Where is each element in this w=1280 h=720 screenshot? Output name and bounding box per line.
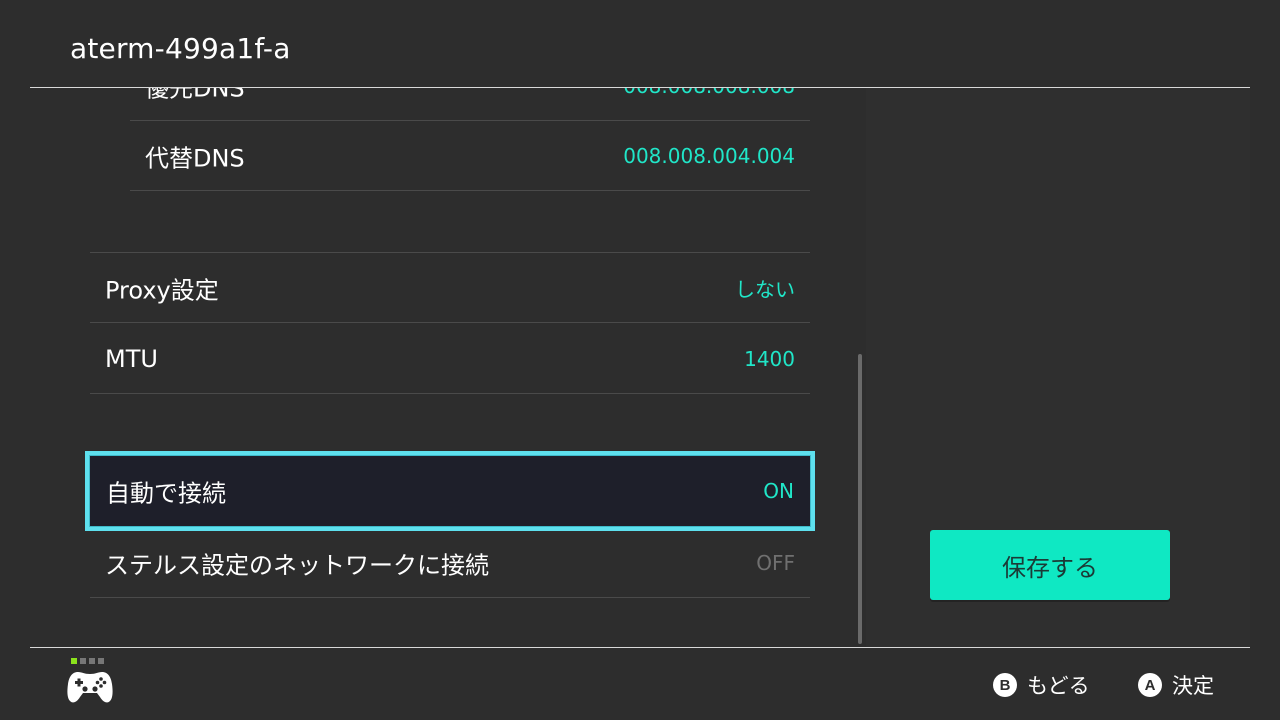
proxy-value: しない xyxy=(735,277,795,301)
proxy-row[interactable]: Proxy設定 しない xyxy=(90,253,810,323)
primary-dns-label: 優先DNS xyxy=(145,88,245,102)
network-settings-screen: aterm-499a1f-a 優先DNS 008.008.008.008 代替D… xyxy=(0,0,1280,720)
controller-status xyxy=(66,656,114,706)
b-button-icon: B xyxy=(993,673,1017,697)
settings-list[interactable]: 優先DNS 008.008.008.008 代替DNS 008.008.004.… xyxy=(0,88,860,647)
primary-dns-row[interactable]: 優先DNS 008.008.008.008 xyxy=(130,88,810,121)
proxy-label: Proxy設定 xyxy=(105,276,219,304)
back-hint[interactable]: B もどる xyxy=(993,670,1090,700)
save-button[interactable]: 保存する xyxy=(930,530,1170,600)
controller-icon xyxy=(67,672,113,703)
secondary-dns-value: 008.008.004.004 xyxy=(623,143,795,168)
auto-connect-row[interactable]: 自動で接続 ON xyxy=(85,451,815,531)
auto-connect-label: 自動で接続 xyxy=(106,479,226,508)
primary-dns-value: 008.008.008.008 xyxy=(623,88,795,98)
scrollbar-thumb[interactable] xyxy=(858,354,862,644)
stealth-connect-label: ステルス設定のネットワークに接続 xyxy=(105,551,489,579)
mtu-label: MTU xyxy=(105,344,158,373)
stealth-connect-value: OFF xyxy=(756,550,795,575)
stealth-connect-row[interactable]: ステルス設定のネットワークに接続 OFF xyxy=(90,528,810,598)
page-title: aterm-499a1f-a xyxy=(70,32,291,65)
secondary-dns-row[interactable]: 代替DNS 008.008.004.004 xyxy=(130,121,810,191)
a-button-icon: A xyxy=(1138,673,1162,697)
secondary-dns-label: 代替DNS xyxy=(145,144,245,172)
scrollbar[interactable] xyxy=(858,88,862,644)
mtu-row[interactable]: MTU 1400 xyxy=(90,324,810,394)
mtu-value: 1400 xyxy=(744,346,795,371)
footer-divider xyxy=(30,647,1250,648)
player-indicator xyxy=(71,658,104,664)
auto-connect-value: ON xyxy=(763,479,794,503)
back-label: もどる xyxy=(1027,674,1090,698)
confirm-hint[interactable]: A 決定 xyxy=(1138,670,1214,700)
confirm-label: 決定 xyxy=(1172,674,1214,698)
